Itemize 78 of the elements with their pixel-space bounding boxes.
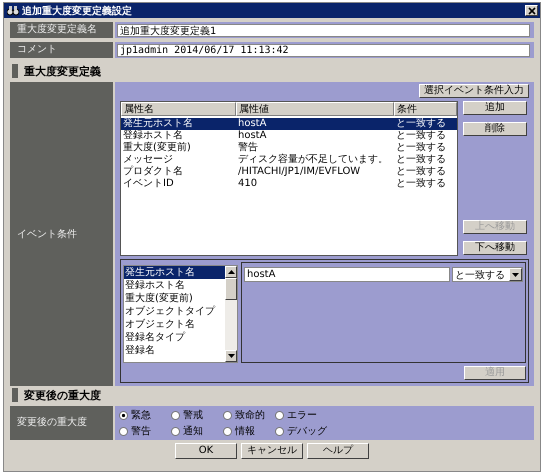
side-button[interactable]: 削除: [463, 122, 527, 136]
table-cell-text: イベントID: [122, 178, 175, 190]
column-header[interactable]: 条件: [394, 102, 457, 116]
dropdown-arrow-icon: [512, 272, 519, 276]
table-cell-text: プロダクト名: [122, 166, 184, 178]
table-cell-text: 410: [237, 178, 258, 190]
section-heading: 重大度変更定義: [24, 64, 101, 78]
table-cell-text: と一致する: [395, 178, 447, 190]
text-field[interactable]: jp1admin 2014/06/17 11:13:42: [117, 44, 530, 57]
radio-label[interactable]: 情報: [235, 424, 255, 438]
radio-label[interactable]: デバッグ: [287, 424, 327, 438]
table-cell-text: と一致する: [395, 154, 447, 166]
radio-icon[interactable]: [275, 410, 284, 420]
radio-icon[interactable]: [119, 426, 128, 436]
dialog-button[interactable]: キャンセル: [241, 443, 303, 459]
list-item[interactable]: 重大度(変更前): [124, 292, 225, 305]
section-marker: [12, 388, 18, 402]
radio-icon[interactable]: [223, 426, 232, 436]
window-title: 追加重大度変更定義設定: [22, 4, 133, 18]
close-icon: [528, 6, 536, 14]
side-button[interactable]: 下へ移動: [463, 241, 527, 255]
list-item[interactable]: 登録ホスト名: [124, 279, 225, 292]
column-header[interactable]: 属性値: [236, 102, 394, 116]
table-cell-text: 重大度(変更前): [122, 142, 192, 154]
radio-label[interactable]: 警告: [131, 424, 151, 438]
radio-selected-icon[interactable]: [119, 410, 128, 420]
table-cell-text: と一致する: [395, 166, 447, 178]
table-cell-text: メッセージ: [122, 154, 174, 166]
text-field[interactable]: 追加重大度変更定義1: [117, 24, 530, 37]
binoculars-icon: [7, 5, 19, 16]
section-heading: 変更後の重大度: [24, 388, 101, 402]
table-cell-text: hostA: [237, 118, 268, 130]
section-marker: [12, 64, 18, 78]
scroll-thumb[interactable]: [225, 278, 237, 300]
table-cell-text: と一致する: [395, 130, 447, 142]
table-row[interactable]: プロダクト名 /HITACHI/JP1/IM/EVFLOW と一致する: [121, 166, 457, 178]
field-label: 重大度変更定義名: [10, 22, 113, 38]
list-item[interactable]: 登録名タイプ: [124, 331, 225, 344]
radio-icon[interactable]: [171, 410, 180, 420]
table-cell-text: 警告: [237, 142, 259, 154]
list-item[interactable]: 登録名: [124, 344, 225, 357]
radio-label[interactable]: 警戒: [183, 408, 203, 422]
radio-label[interactable]: 通知: [183, 424, 203, 438]
table-row[interactable]: メッセージ ディスク容量が不足しています。 と一致する: [121, 154, 457, 166]
table-cell-text: hostA: [237, 130, 268, 142]
table-cell-text: と一致する: [395, 142, 447, 154]
field-label: 変更後の重大度: [10, 406, 113, 440]
radio-label[interactable]: 緊急: [131, 408, 151, 422]
table-row[interactable]: 発生元ホスト名 hostA と一致する: [121, 118, 457, 130]
column-header[interactable]: 属性名: [121, 102, 236, 116]
arrow-down-icon: [228, 354, 234, 358]
close-button[interactable]: [525, 5, 538, 16]
list-item[interactable]: オブジェクトタイプ: [124, 305, 225, 318]
list-item[interactable]: 発生元ホスト名: [124, 266, 225, 279]
radio-icon[interactable]: [171, 426, 180, 436]
condition-dropdown[interactable]: と一致する: [452, 267, 523, 282]
value-field[interactable]: hostA: [244, 267, 450, 282]
radio-label[interactable]: エラー: [287, 408, 317, 422]
table-cell-text: ディスク容量が不足しています。: [237, 154, 389, 166]
table-row[interactable]: 登録ホスト名 hostA と一致する: [121, 130, 457, 142]
table-row[interactable]: 重大度(変更前) 警告 と一致する: [121, 142, 457, 154]
dialog-button[interactable]: OK: [175, 443, 237, 459]
radio-icon[interactable]: [223, 410, 232, 420]
field-label: イベント条件: [10, 82, 113, 386]
table-cell-text: と一致する: [395, 118, 447, 130]
table-cell-text: 発生元ホスト名: [122, 118, 194, 130]
table-row[interactable]: イベントID 410 と一致する: [121, 178, 457, 190]
field-label: コメント: [10, 42, 113, 58]
list-item[interactable]: オブジェクト名: [124, 318, 225, 331]
dialog-button[interactable]: ヘルプ: [307, 443, 369, 459]
scrollbar[interactable]: [225, 266, 237, 362]
radio-label[interactable]: 致命的: [235, 408, 265, 422]
radio-icon[interactable]: [275, 426, 284, 436]
side-button[interactable]: 追加: [463, 100, 527, 115]
select-event-button[interactable]: 選択イベント条件入力: [419, 84, 529, 98]
table-cell-text: 登録ホスト名: [122, 130, 184, 142]
arrow-up-icon: [228, 270, 234, 274]
table-cell-text: /HITACHI/JP1/IM/EVFLOW: [237, 166, 362, 178]
